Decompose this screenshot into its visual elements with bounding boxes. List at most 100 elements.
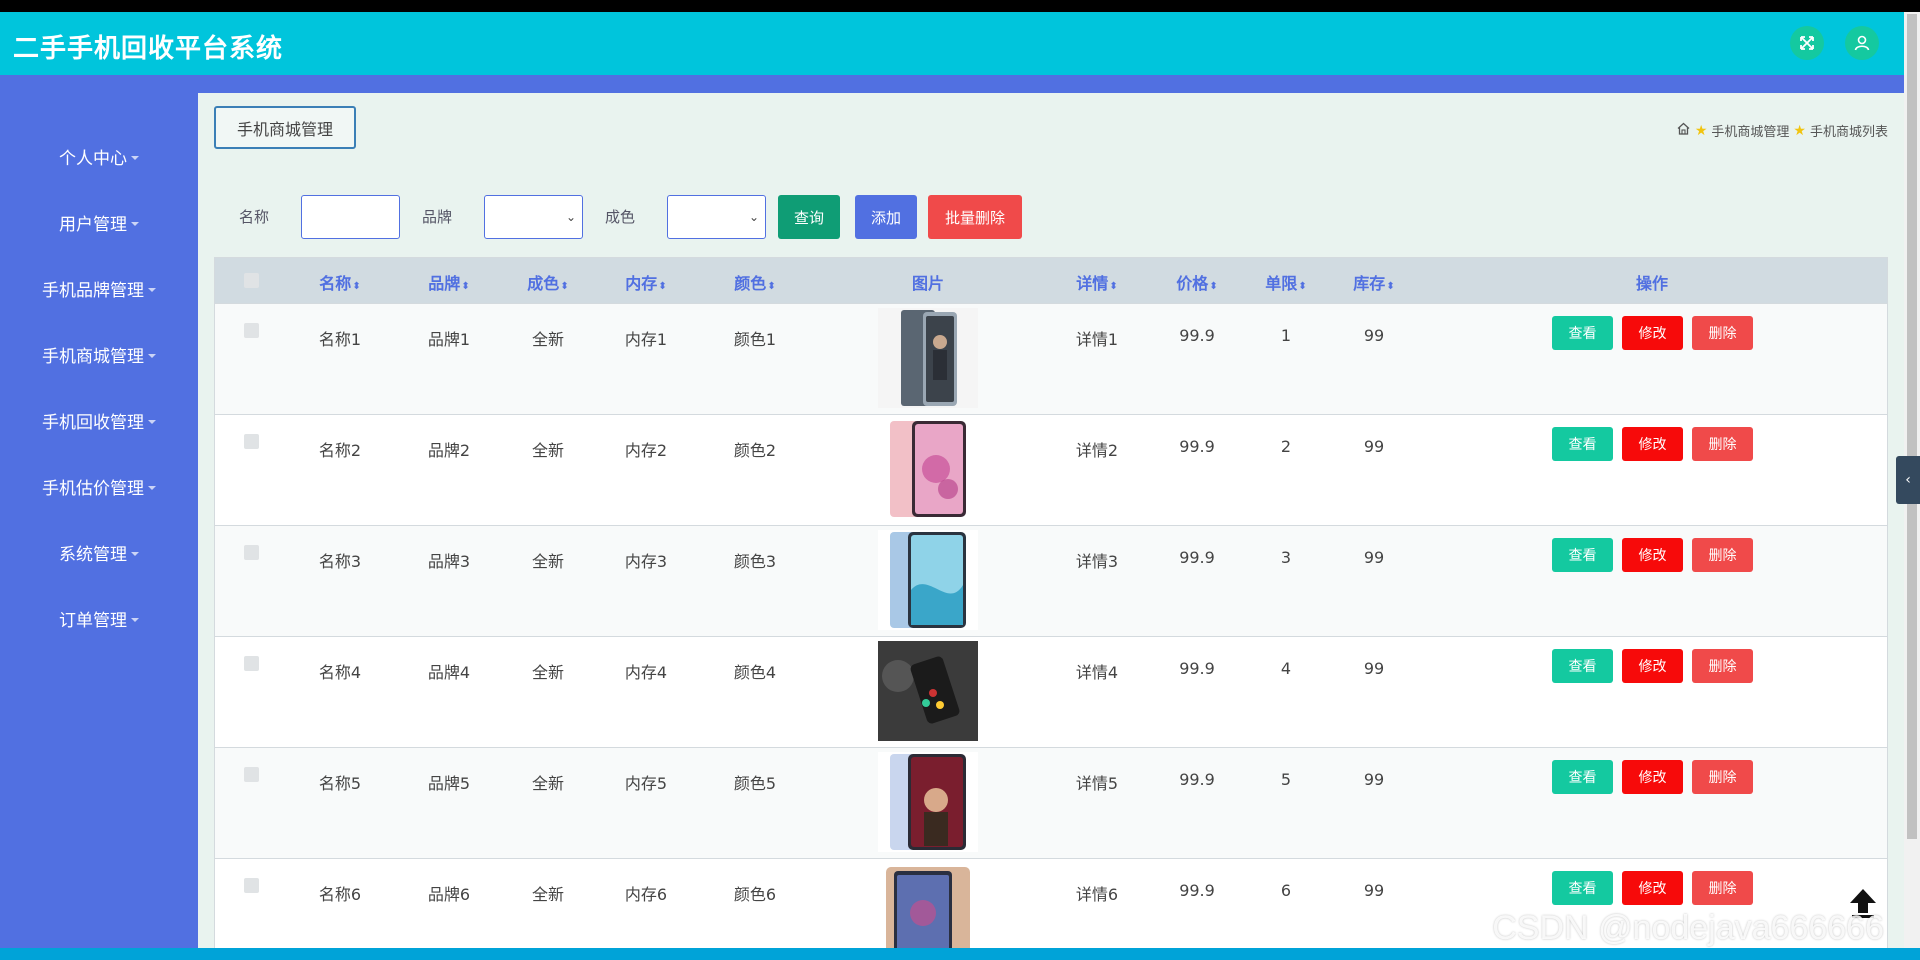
header-price-label: 价格 xyxy=(1176,274,1209,293)
header-details-label: 详情 xyxy=(1076,274,1109,293)
edit-button[interactable]: 修改 xyxy=(1622,760,1683,794)
row-checkbox[interactable] xyxy=(244,878,259,893)
delete-button[interactable]: 删除 xyxy=(1692,871,1753,905)
table-row: 名称1 品牌1 全新 内存1 颜色1 详情1 99.9 1 99 查看 修改 删… xyxy=(215,303,1887,414)
cell-condition: 全新 xyxy=(531,552,565,571)
sidebar-item-user-management[interactable]: 用户管理 xyxy=(0,202,198,242)
sort-icon: ⬍ xyxy=(1386,281,1395,292)
header-condition[interactable]: 成色⬍ xyxy=(527,270,568,294)
cell-details: 详情2 xyxy=(1075,441,1119,460)
batch-delete-button[interactable]: 批量删除 xyxy=(928,195,1022,239)
cell-brand: 品牌5 xyxy=(427,774,471,793)
sidebar-item-label: 手机估价管理 xyxy=(42,478,144,499)
edit-button[interactable]: 修改 xyxy=(1622,649,1683,683)
add-button[interactable]: 添加 xyxy=(855,195,917,239)
cell-condition: 全新 xyxy=(531,441,565,460)
view-button[interactable]: 查看 xyxy=(1552,760,1613,794)
sidebar-item-label: 手机商城管理 xyxy=(42,346,144,367)
edit-button[interactable]: 修改 xyxy=(1622,871,1683,905)
sidebar-item-label: 手机品牌管理 xyxy=(42,280,144,301)
row-checkbox[interactable] xyxy=(244,767,259,782)
breadcrumb-level1[interactable]: 手机商城管理 xyxy=(1711,121,1789,140)
caret-down-icon xyxy=(131,156,139,160)
sidebar-item-label: 个人中心 xyxy=(59,148,127,169)
cell-color: 颜色1 xyxy=(733,330,777,349)
app-window: 二手手机回收平台系统 个人中心 用户管理 手机品牌管理 手机商城管理 手机回收管… xyxy=(0,12,1920,948)
view-button[interactable]: 查看 xyxy=(1552,649,1613,683)
caret-down-icon xyxy=(131,222,139,226)
query-button[interactable]: 查询 xyxy=(778,195,840,239)
header-details[interactable]: 详情⬍ xyxy=(1076,270,1117,294)
view-button[interactable]: 查看 xyxy=(1552,538,1613,572)
tab-mall-management[interactable]: 手机商城管理 xyxy=(214,106,356,149)
product-image[interactable] xyxy=(878,752,978,852)
sidebar-item-mall-management[interactable]: 手机商城管理 xyxy=(0,334,198,374)
delete-button[interactable]: 删除 xyxy=(1692,316,1753,350)
view-button[interactable]: 查看 xyxy=(1552,871,1613,905)
delete-button[interactable]: 删除 xyxy=(1692,538,1753,572)
sidebar-item-valuation-management[interactable]: 手机估价管理 xyxy=(0,466,198,506)
sidebar-item-system-management[interactable]: 系统管理 xyxy=(0,532,198,572)
sidebar-item-label: 系统管理 xyxy=(59,544,127,565)
chevron-down-icon: ⌄ xyxy=(748,210,759,224)
row-checkbox[interactable] xyxy=(244,545,259,560)
delete-button[interactable]: 删除 xyxy=(1692,427,1753,461)
sidebar-item-brand-management[interactable]: 手机品牌管理 xyxy=(0,268,198,308)
delete-button[interactable]: 删除 xyxy=(1692,649,1753,683)
caret-down-icon xyxy=(148,486,156,490)
cell-name: 名称5 xyxy=(318,774,362,793)
edit-button[interactable]: 修改 xyxy=(1622,427,1683,461)
delete-button[interactable]: 删除 xyxy=(1692,760,1753,794)
sidebar: 个人中心 用户管理 手机品牌管理 手机商城管理 手机回收管理 手机估价管理 系统… xyxy=(0,93,198,948)
product-image[interactable] xyxy=(878,419,978,519)
sort-icon: ⬍ xyxy=(767,281,776,292)
view-button[interactable]: 查看 xyxy=(1552,427,1613,461)
cell-memory: 内存2 xyxy=(624,441,668,460)
cell-details: 详情3 xyxy=(1075,552,1119,571)
app-title: 二手手机回收平台系统 xyxy=(13,34,284,64)
fullscreen-button[interactable] xyxy=(1790,26,1824,60)
breadcrumb-level2: 手机商城列表 xyxy=(1809,125,1888,140)
sidebar-item-recycle-management[interactable]: 手机回收管理 xyxy=(0,400,198,440)
header-name[interactable]: 名称⬍ xyxy=(319,270,360,294)
cell-memory: 内存3 xyxy=(624,552,668,571)
table-header: 名称⬍ 品牌⬍ 成色⬍ 内存⬍ 颜色⬍ 图片 详情⬍ 价格⬍ 单限⬍ 库存⬍ 操… xyxy=(215,258,1887,303)
header-limit-label: 单限 xyxy=(1265,274,1298,293)
cell-limit: 6 xyxy=(1280,881,1292,900)
chevron-left-icon[interactable]: ‹ xyxy=(1896,456,1920,504)
header-limit[interactable]: 单限⬍ xyxy=(1265,270,1306,294)
condition-select[interactable]: ⌄ xyxy=(667,195,766,239)
user-menu-button[interactable] xyxy=(1845,26,1879,60)
cell-price: 99.9 xyxy=(1179,770,1215,789)
view-button[interactable]: 查看 xyxy=(1552,316,1613,350)
header-color[interactable]: 颜色⬍ xyxy=(734,270,775,294)
header-price[interactable]: 价格⬍ xyxy=(1176,270,1217,294)
header-memory-label: 内存 xyxy=(625,274,658,293)
product-image[interactable] xyxy=(878,863,978,948)
cell-color: 颜色3 xyxy=(733,552,777,571)
header-stock-label: 库存 xyxy=(1353,274,1386,293)
header-memory[interactable]: 内存⬍ xyxy=(625,270,666,294)
name-input[interactable] xyxy=(301,195,400,239)
scrollbar-thumb[interactable] xyxy=(1907,14,1917,839)
cell-memory: 内存6 xyxy=(624,885,668,904)
row-checkbox[interactable] xyxy=(244,434,259,449)
brand-select[interactable]: ⌄ xyxy=(484,195,583,239)
row-checkbox[interactable] xyxy=(244,323,259,338)
product-image[interactable] xyxy=(878,641,978,741)
product-image[interactable] xyxy=(878,308,978,408)
header-stock[interactable]: 库存⬍ xyxy=(1353,270,1394,294)
product-image[interactable] xyxy=(878,530,978,630)
home-icon[interactable] xyxy=(1676,121,1691,140)
select-all-checkbox[interactable] xyxy=(244,273,259,288)
header-brand[interactable]: 品牌⬍ xyxy=(428,270,469,294)
edit-button[interactable]: 修改 xyxy=(1622,316,1683,350)
cell-color: 颜色2 xyxy=(733,441,777,460)
table-row: 名称3 品牌3 全新 内存3 颜色3 详情3 99.9 3 99 查看 修改 删… xyxy=(215,525,1887,636)
header-condition-label: 成色 xyxy=(527,274,560,293)
cell-memory: 内存4 xyxy=(624,663,668,682)
sidebar-item-personal-center[interactable]: 个人中心 xyxy=(0,136,198,176)
row-checkbox[interactable] xyxy=(244,656,259,671)
sidebar-item-order-management[interactable]: 订单管理 xyxy=(0,598,198,638)
edit-button[interactable]: 修改 xyxy=(1622,538,1683,572)
